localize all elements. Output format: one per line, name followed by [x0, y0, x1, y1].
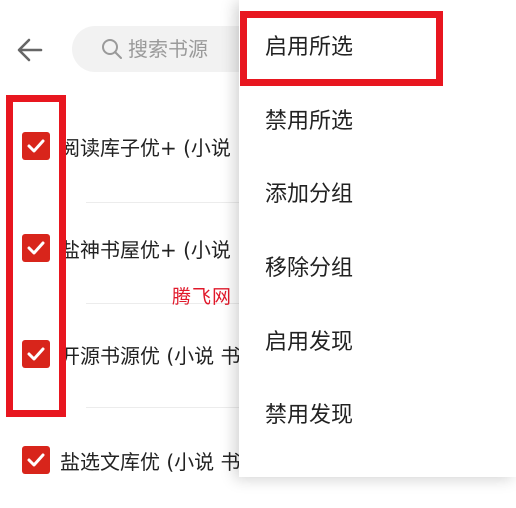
source-name: 盐神书屋优+ (小说	[60, 237, 231, 262]
source-checkbox[interactable]	[22, 446, 50, 474]
checkmark-icon	[27, 139, 45, 153]
search-icon	[100, 37, 124, 61]
back-button[interactable]	[12, 32, 48, 68]
source-name: 阅读库子优+ (小说	[60, 135, 231, 160]
menu-item-pin-selected[interactable]: 置顶所选	[239, 450, 516, 478]
checkmark-icon	[27, 347, 45, 361]
arrow-left-icon	[17, 38, 43, 62]
watermark: 腾飞网	[172, 286, 233, 308]
checkmark-icon	[27, 453, 45, 467]
popup-menu: 启用所选 禁用所选 添加分组 移除分组 启用发现 禁用发现 置顶所选	[239, 0, 516, 477]
source-checkbox[interactable]	[22, 340, 50, 368]
source-name: 盐选文库优 (小说 书	[60, 449, 241, 474]
menu-item-remove-group[interactable]: 移除分组	[239, 229, 516, 302]
source-checkbox[interactable]	[22, 132, 50, 160]
menu-item-disable-selected[interactable]: 禁用所选	[239, 82, 516, 155]
source-checkbox[interactable]	[22, 234, 50, 262]
checkmark-icon	[27, 241, 45, 255]
menu-item-disable-discovery[interactable]: 禁用发现	[239, 376, 516, 449]
source-name: 开源书源优 (小说 书	[60, 343, 241, 368]
menu-item-enable-selected[interactable]: 启用所选	[239, 8, 516, 81]
menu-item-add-group[interactable]: 添加分组	[239, 155, 516, 228]
menu-item-enable-discovery[interactable]: 启用发现	[239, 303, 516, 376]
